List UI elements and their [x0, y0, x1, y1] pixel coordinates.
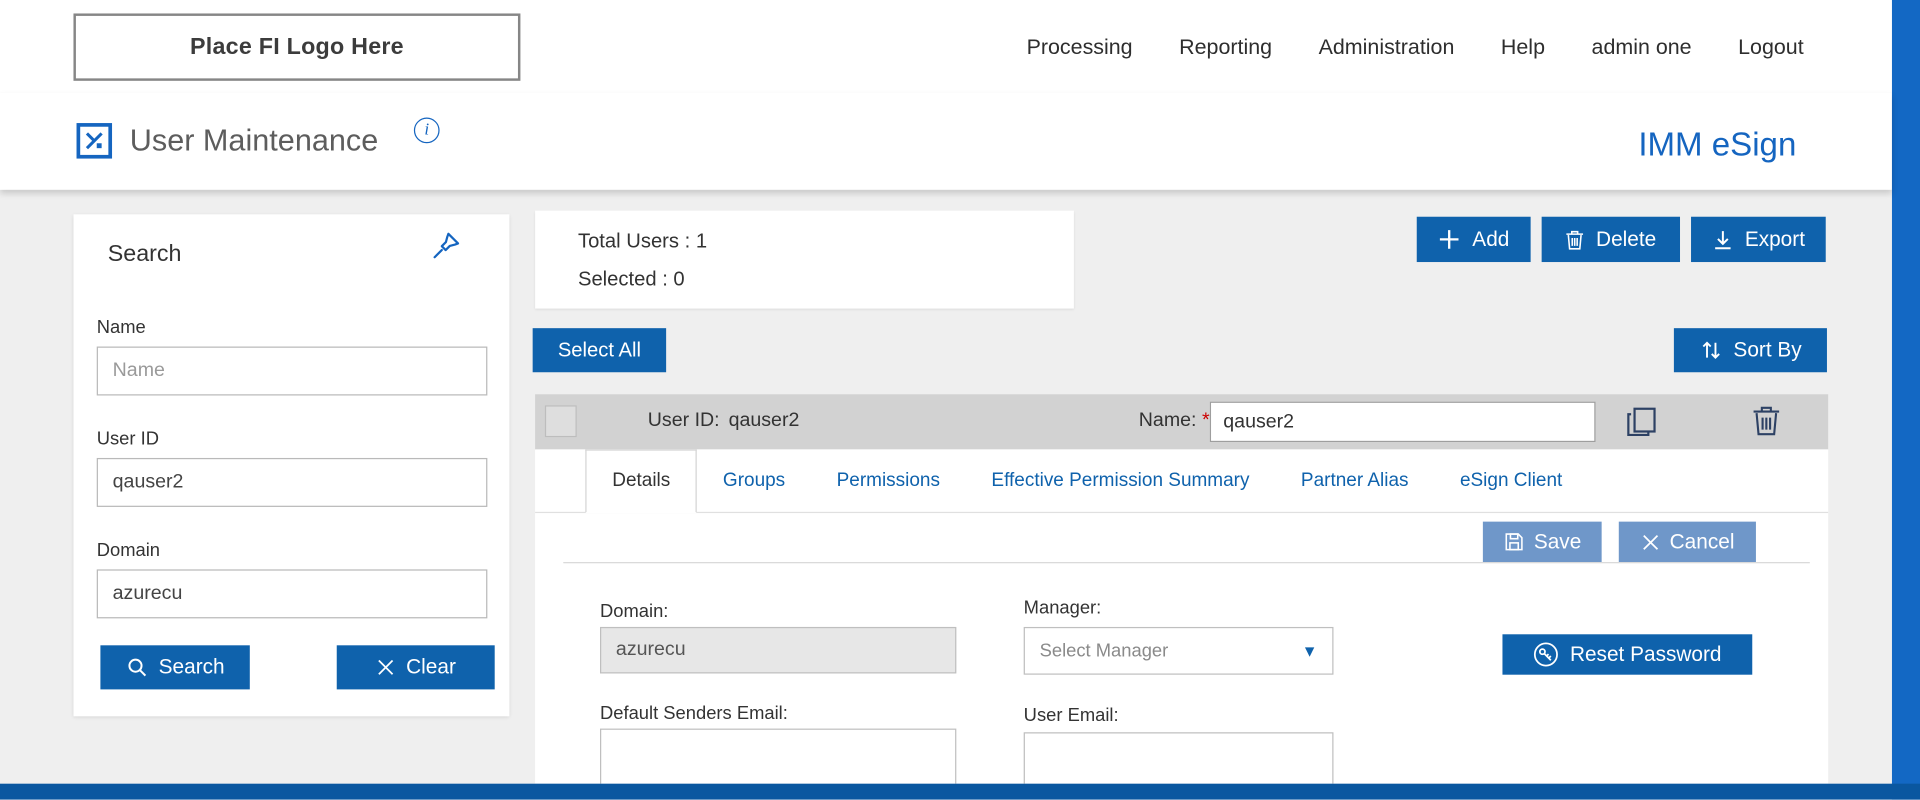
cancel-button-label: Cancel [1670, 530, 1735, 554]
reset-password-icon [1533, 642, 1559, 668]
nav-item-reporting[interactable]: Reporting [1179, 34, 1272, 60]
search-userid-label: User ID [97, 429, 159, 450]
search-panel-title: Search [108, 241, 182, 268]
user-maintenance-icon [76, 122, 113, 159]
cancel-button[interactable]: Cancel [1619, 522, 1756, 562]
default-senders-email-label: Default Senders Email: [600, 703, 788, 724]
clear-icon [376, 658, 396, 678]
summary-box: Total Users : 1 Selected : 0 [535, 211, 1074, 309]
default-senders-email-input[interactable] [600, 729, 956, 784]
save-button-label: Save [1534, 530, 1581, 554]
manager-dropdown[interactable]: Select Manager ▼ [1024, 627, 1334, 675]
info-icon[interactable]: i [414, 118, 440, 144]
name-label: Name: * [1139, 410, 1210, 432]
pin-icon[interactable] [430, 229, 463, 262]
page-header: User Maintenance i IMM eSign [0, 93, 1892, 190]
nav-item-processing[interactable]: Processing [1027, 34, 1133, 60]
tab-permissions[interactable]: Permissions [811, 449, 966, 511]
search-domain-label: Domain [97, 540, 160, 561]
search-name-input[interactable] [97, 347, 488, 396]
user-id-value: qauser2 [729, 410, 800, 432]
required-mark: * [1202, 410, 1210, 431]
nav-item-logout[interactable]: Logout [1738, 34, 1804, 60]
reset-password-button[interactable]: Reset Password [1502, 634, 1752, 674]
user-id-label: User ID: [648, 410, 720, 432]
user-card: User ID: qauser2 Name: * Details Groups [535, 394, 1828, 783]
delete-icon [1565, 228, 1585, 250]
domain-input [600, 627, 956, 674]
domain-label: Domain: [600, 601, 668, 622]
row-checkbox[interactable] [545, 405, 577, 437]
tab-effective-permission-summary[interactable]: Effective Permission Summary [966, 449, 1275, 511]
add-button[interactable]: Add [1417, 217, 1531, 262]
export-button-label: Export [1745, 227, 1805, 251]
search-name-label: Name [97, 317, 146, 338]
export-icon [1712, 228, 1734, 250]
chevron-down-icon: ▼ [1302, 642, 1318, 660]
top-bar: Place FI Logo Here Processing Reporting … [0, 0, 1892, 93]
cancel-icon [1640, 532, 1660, 552]
page-title: User Maintenance [130, 124, 378, 160]
delete-button[interactable]: Delete [1542, 217, 1680, 262]
tab-details[interactable]: Details [585, 449, 697, 513]
search-panel: Search Name User ID Domain Search [73, 214, 509, 716]
sort-by-button[interactable]: Sort By [1674, 328, 1827, 372]
nav-item-administration[interactable]: Administration [1319, 34, 1455, 60]
user-maintenance-page: Place FI Logo Here Processing Reporting … [0, 0, 1920, 800]
manager-label: Manager: [1024, 598, 1102, 619]
tab-partner-alias[interactable]: Partner Alias [1275, 449, 1434, 511]
user-detail-panel: Details Groups Permissions Effective Per… [535, 449, 1828, 783]
user-email-input[interactable] [1024, 732, 1334, 783]
save-button[interactable]: Save [1483, 522, 1602, 562]
bottom-accent-bar [0, 784, 1920, 800]
user-email-label: User Email: [1024, 705, 1119, 726]
search-button-label: Search [159, 655, 225, 679]
clear-button[interactable]: Clear [337, 645, 495, 689]
sort-icon [1699, 339, 1722, 361]
clear-button-label: Clear [406, 655, 456, 679]
tab-bar: Details Groups Permissions Effective Per… [535, 449, 1828, 513]
add-icon [1438, 228, 1461, 251]
name-input[interactable] [1210, 402, 1596, 442]
row-delete-icon[interactable] [1751, 404, 1784, 438]
search-domain-input[interactable] [97, 569, 488, 618]
select-all-button[interactable]: Select All [533, 328, 666, 372]
nav-item-admin-one[interactable]: admin one [1592, 34, 1692, 60]
tab-groups[interactable]: Groups [697, 449, 811, 511]
divider [563, 562, 1810, 563]
content-area: Search Name User ID Domain Search [0, 190, 1892, 784]
reset-password-button-label: Reset Password [1570, 642, 1722, 666]
save-icon [1503, 531, 1524, 552]
search-icon [126, 656, 148, 678]
selected-count-text: Selected : 0 [578, 268, 685, 291]
total-users-text: Total Users : 1 [578, 230, 707, 253]
fi-logo-placeholder: Place FI Logo Here [73, 13, 520, 80]
nav-item-help[interactable]: Help [1501, 34, 1545, 60]
user-row-header: User ID: qauser2 Name: * [535, 394, 1828, 449]
sort-by-button-label: Sort By [1733, 338, 1801, 362]
brand-text: IMM eSign [1638, 126, 1796, 164]
right-accent-bar [1892, 0, 1920, 800]
copy-icon[interactable] [1625, 405, 1658, 438]
export-button[interactable]: Export [1691, 217, 1826, 262]
tab-esign-client[interactable]: eSign Client [1434, 449, 1588, 511]
search-button[interactable]: Search [100, 645, 249, 689]
top-navigation: Processing Reporting Administration Help… [1027, 0, 1804, 93]
select-all-button-label: Select All [558, 339, 641, 362]
manager-dropdown-value: Select Manager [1040, 640, 1302, 661]
add-button-label: Add [1472, 227, 1509, 251]
delete-button-label: Delete [1596, 227, 1656, 251]
search-userid-input[interactable] [97, 458, 488, 507]
